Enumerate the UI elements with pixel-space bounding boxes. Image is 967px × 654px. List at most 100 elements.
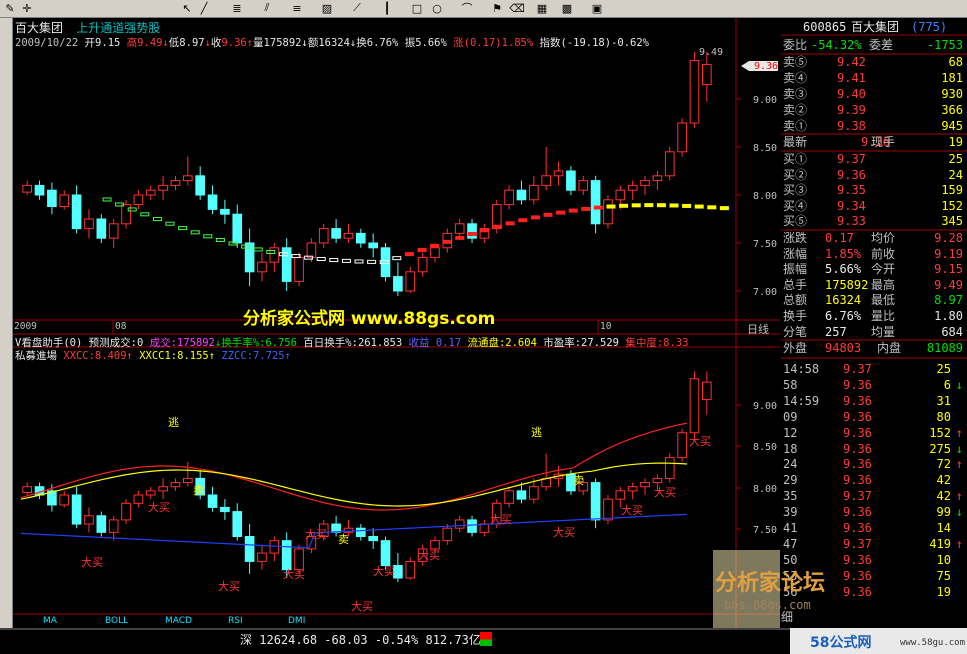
candle-body [627, 486, 638, 492]
channel-dot [619, 203, 629, 208]
pencil-icon[interactable]: ✎ [3, 1, 17, 15]
candle-body [207, 194, 218, 210]
arc-icon[interactable]: ⌒ [460, 1, 474, 15]
buy-signal: 大买 [418, 548, 440, 562]
candle-body [701, 381, 712, 401]
candle-body [528, 184, 539, 201]
candle-body [640, 180, 650, 186]
candle-body [318, 228, 329, 244]
rect-icon[interactable]: □ [410, 1, 424, 15]
channel-dot [404, 252, 414, 257]
flag-icon[interactable]: ⚑ [490, 1, 504, 15]
candle-body [615, 490, 626, 500]
candle-body [627, 184, 638, 191]
indicator-tab-ma[interactable]: MA [43, 616, 57, 627]
candle-body [59, 494, 70, 506]
drawing-toolbar: ✎ ✛ ↖ ╱ ≣ ⫽ ≡ ▨ ⟋ ┃ □ ○ ⌒ ⚑ ⌫ ▦ ▩ ▣ [0, 0, 967, 18]
line-icon[interactable]: ╱ [197, 1, 211, 15]
candle-body [145, 490, 156, 496]
candle-body [528, 486, 539, 500]
buy-signal: 大买 [373, 564, 395, 578]
ellipse-icon[interactable]: ○ [430, 1, 444, 15]
candle-body [368, 242, 379, 249]
cursor-icon[interactable]: ↖ [180, 1, 194, 15]
candle-body [405, 271, 416, 292]
market-index: 深 12624.68 -68.03 -0.54% 812.73亿 [240, 633, 481, 647]
candle-body [640, 482, 650, 488]
buy-signal: 大买 [283, 567, 305, 581]
candle-body [541, 175, 552, 186]
channel-dot [631, 203, 641, 208]
left-scrollbar[interactable] [0, 18, 13, 628]
parallel-icon[interactable]: ⫽ [260, 1, 274, 15]
price-axis-label: 8.00 [753, 191, 777, 202]
candle-body [368, 536, 379, 542]
candle-body [603, 498, 613, 521]
candle-body [652, 477, 663, 484]
indicator-tab-dmi[interactable]: DMI [288, 616, 305, 627]
indicator-tab-rsi[interactable]: RSI [228, 616, 243, 627]
stock-name: 百大集团 [15, 21, 64, 35]
channel-dot [669, 203, 679, 208]
channel-icon[interactable]: ≡ [290, 1, 304, 15]
channel-dot [556, 210, 566, 215]
channel-dot [581, 206, 591, 211]
palette-icon[interactable]: ▩ [560, 1, 574, 15]
indicator-tab-boll[interactable]: BOLL [105, 616, 128, 627]
candle-body [504, 189, 514, 206]
candle-body [269, 247, 280, 263]
candle-body [232, 511, 243, 538]
candle-body [467, 519, 477, 533]
candle-body [170, 180, 181, 186]
candle-body [158, 486, 168, 492]
watermark: 分析家公式网 www.88gs.com [243, 309, 496, 329]
channel-dot [417, 248, 427, 253]
candle-body [133, 494, 144, 504]
candle-body [145, 189, 156, 196]
escape-signal: 逃 [531, 426, 542, 439]
diagonal-icon[interactable]: ⟋ [350, 1, 364, 15]
ohlc-info: 2009/10/22 开9.15 高9.49↓低8.97↓收9.36↑量1758… [15, 37, 650, 49]
erase-icon[interactable]: ⌫ [509, 1, 525, 15]
channel-dot [682, 203, 692, 208]
candle-body [182, 175, 193, 182]
chart-title: 百大集团 上升通道强势股 [15, 19, 160, 36]
channel-dot [480, 228, 490, 233]
text-icon[interactable]: ≣ [230, 1, 244, 15]
candle-body [220, 506, 230, 513]
candle-body [380, 540, 391, 567]
forum-url: bbs.88gs.com [724, 598, 811, 612]
indicator-tab-macd[interactable]: MACD [165, 616, 192, 627]
current-price-tag-label: 9.36 [754, 61, 778, 72]
cross-icon[interactable]: ✛ [20, 1, 34, 15]
candle-body [133, 194, 144, 206]
palette-icon[interactable]: ▦ [535, 1, 549, 15]
channel-dot [493, 224, 503, 229]
price-axis-label: 7.50 [753, 525, 777, 536]
candle-body [108, 223, 119, 239]
buy-signal: 大买 [654, 485, 676, 499]
site-logo: 58公式网 www.58gu.com [790, 628, 967, 654]
channel-dot [430, 243, 440, 248]
save-icon[interactable]: ▣ [590, 1, 604, 15]
candle-body [393, 276, 403, 292]
candle-body [442, 527, 453, 542]
candle-body [84, 218, 94, 230]
price-axis-label: 7.50 [753, 239, 777, 250]
candle-body [701, 63, 712, 86]
channel-dot [530, 215, 540, 220]
period-button[interactable]: 日线 [747, 321, 769, 337]
hatch-icon[interactable]: ▨ [320, 1, 334, 15]
candle-body [603, 199, 613, 225]
candle-body [652, 175, 663, 182]
date-label-2009: 2009 [14, 321, 37, 332]
channel-dot [656, 203, 666, 208]
channel-dot [568, 208, 578, 213]
channel-dot [467, 232, 477, 237]
chart-area[interactable]: 9.00 8.50 8.00 7.50 7.00 9.00 8.50 8.00 7.50 9.… [13, 18, 780, 628]
candle-body [22, 486, 33, 494]
peak-label: 9.49 [699, 47, 723, 58]
bar-icon[interactable]: ┃ [380, 1, 394, 15]
sell-signal: 卖 [193, 484, 204, 497]
candle-body [121, 502, 131, 521]
